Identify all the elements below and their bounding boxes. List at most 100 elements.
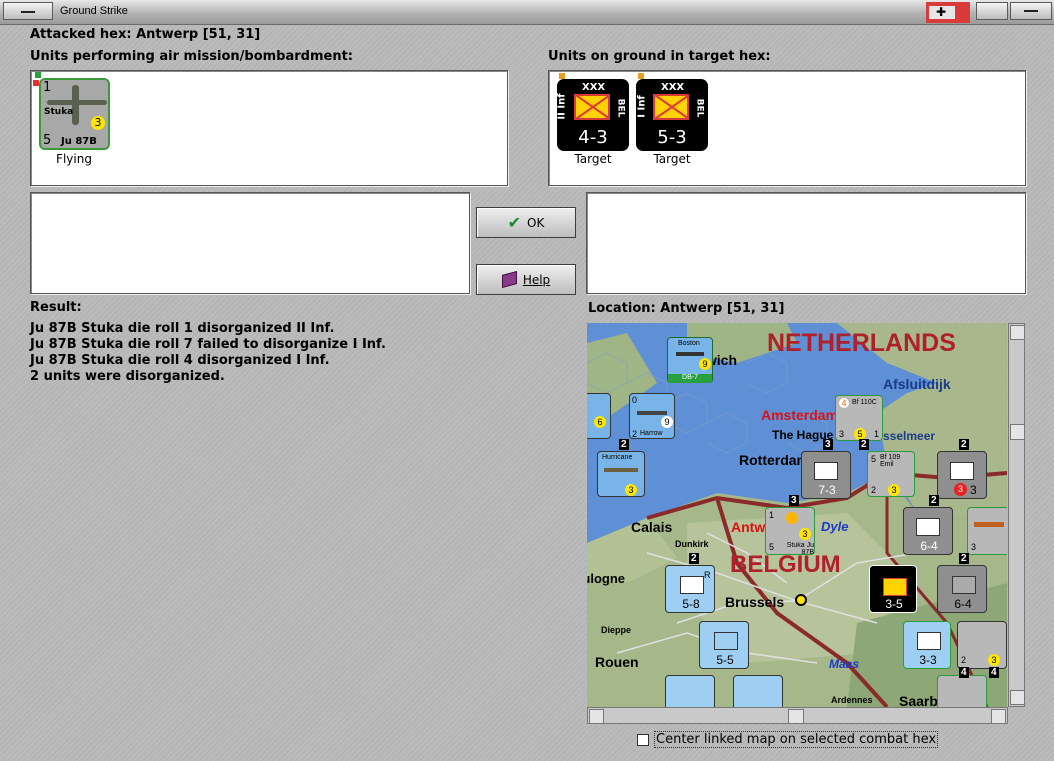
map-counter-bf110c[interactable]: 4 Bf 110C 3 5 1 (835, 395, 883, 441)
unit-flag-icon (33, 80, 39, 86)
counter-strength: 5-5 (716, 653, 734, 667)
armor-symbol-icon (950, 462, 974, 480)
scroll-right-icon[interactable] (991, 709, 1006, 724)
map-label-rotterdam: Rotterdam (739, 452, 803, 468)
counter-bottom-left: 3 (971, 542, 977, 552)
map-horizontal-scrollbar[interactable] (587, 707, 1008, 724)
map-counter-bf109[interactable]: 5 Bf 109 Emil 2 3 (867, 451, 915, 497)
counter-top-left: 5 (871, 454, 877, 464)
close-button[interactable] (1010, 2, 1052, 20)
unit-nation: BEL (694, 98, 705, 118)
map-view[interactable]: NETHERLANDS Afsluitdijk Amsterdam The Ha… (587, 323, 1007, 707)
city-marker-icon (795, 594, 807, 606)
unit-size: XXX (661, 82, 685, 93)
map-counter-harrow[interactable]: 0 9 2 Harrow (629, 393, 675, 439)
map-counter-bf109e3[interactable]: 2 3 (957, 621, 1007, 669)
ground-units-panel: XXX II Inf BEL 4-3 Target XXX I Inf BEL … (548, 70, 1026, 186)
map-counter-bel-3-5[interactable]: 3-5 (869, 565, 917, 613)
counter-strength: 3-5 (885, 597, 903, 611)
map-label-dunkirk: Dunkirk (675, 539, 709, 549)
counter-strength: 6-4 (920, 539, 938, 553)
scroll-down-icon[interactable] (1010, 690, 1025, 705)
window-menu-button[interactable] (3, 2, 53, 20)
center-linked-label[interactable]: Center linked map on selected combat hex (654, 731, 939, 748)
map-label-afsluitdijk: Afsluitdijk (883, 376, 951, 392)
counter-tag: R (704, 570, 711, 580)
aircraft-name: Stuka (44, 107, 74, 117)
ok-button[interactable]: ✔ OK (476, 207, 576, 238)
unit-strength: 5-3 (657, 127, 687, 148)
stack-count: 2 (959, 553, 969, 564)
unit-flag-icon (35, 72, 41, 78)
scroll-left-icon[interactable] (589, 709, 604, 724)
stack-count: 2 (929, 495, 939, 506)
map-counter-xx-3[interactable]: 3 3 (937, 451, 987, 499)
counter-value: 3 (988, 654, 1000, 666)
map-label-dyle: Dyle (821, 519, 849, 534)
counter-value: 3 (799, 528, 811, 540)
ground-unit-counter-ii-inf[interactable]: XXX II Inf BEL 4-3 (557, 73, 629, 151)
unit-flag-icon (559, 73, 565, 79)
infantry-symbol-icon (714, 632, 738, 650)
map-counter-xxx-6-4b[interactable]: 6-4 (937, 565, 987, 613)
map-counter-xxx-6-4a[interactable]: 6-4 (903, 507, 953, 555)
counter-name: Boston (678, 340, 700, 347)
center-linked-checkbox[interactable] (637, 734, 649, 746)
map-counter-xxx-5-5[interactable]: 5-5 (699, 621, 749, 669)
map-label-dieppe: Dieppe (601, 625, 632, 635)
counter-name: Hurricane (602, 454, 633, 461)
scroll-up-icon[interactable] (1010, 325, 1025, 340)
counter-strength: 3 (970, 483, 977, 497)
air-unit-counter-stuka[interactable]: 1 Stuka 3 5 Ju 87B (33, 72, 110, 150)
unit-size: XXX (582, 82, 606, 93)
infantry-symbol-icon (814, 462, 838, 480)
infantry-symbol-icon (653, 94, 689, 120)
map-counter-xx-3-3[interactable]: 3-3 (903, 621, 951, 669)
map-counter-xxx-bottom[interactable] (733, 675, 783, 707)
infantry-symbol-icon (952, 576, 976, 594)
help-label: Help (522, 272, 551, 287)
counter-name: Stuka Ju 87B (786, 542, 814, 556)
map-counter-wellesley[interactable]: 6 (587, 393, 611, 439)
map-counter-xxx-5-8[interactable]: R 5-8 (665, 565, 715, 613)
aircraft-icon (72, 85, 79, 125)
map-label-boulogne: Boulogne (587, 571, 625, 586)
counter-value: 9 (699, 358, 711, 370)
air-units-label: Units performing air mission/bombardment… (30, 49, 354, 64)
help-button[interactable]: Help (476, 264, 576, 295)
map-counter-aircraft-bottom[interactable] (937, 675, 987, 707)
scroll-thumb[interactable] (788, 709, 804, 724)
counter-top-left: 1 (43, 80, 52, 95)
aircraft-icon (604, 468, 638, 472)
aircraft-model: Ju 87B (61, 136, 97, 147)
map-label-antwerp: Antwerp (731, 519, 767, 535)
map-counter-xxxxx[interactable] (665, 675, 715, 707)
ground-unit-counter-i-inf[interactable]: XXX I Inf BEL 5-3 (636, 73, 708, 151)
infantry-symbol-icon (916, 518, 940, 536)
stack-count: 4 (989, 667, 999, 678)
unit-nation: BEL (615, 98, 626, 118)
infantry-symbol-icon (883, 578, 907, 596)
checkmark-icon: ✔ (507, 213, 522, 232)
restore-button[interactable] (976, 2, 1008, 20)
scroll-thumb[interactable] (1010, 424, 1025, 440)
map-label-netherlands: NETHERLANDS (767, 329, 956, 357)
map-counter-hurricane[interactable]: Hurricane 3 (597, 451, 645, 497)
map-counter-he111[interactable]: 3 (967, 507, 1007, 555)
air-unit-status: Flying (56, 152, 92, 166)
explosion-icon (786, 512, 798, 524)
result-line: Ju 87B Stuka die roll 1 disorganized II … (30, 321, 335, 336)
counter-name: Bf 110C (852, 399, 877, 406)
infantry-symbol-icon (680, 576, 704, 594)
map-label-saarbrucken: Saarbrücken (899, 693, 939, 707)
aircraft-icon (974, 522, 1004, 527)
map-vertical-scrollbar[interactable] (1008, 323, 1025, 707)
map-counter-boston[interactable]: Boston 9 DB-7 (667, 337, 713, 383)
map-counter-xxx-7-3[interactable]: 7-3 (801, 451, 851, 499)
close-icon (1024, 10, 1038, 12)
counter-code: DB-7 (668, 374, 712, 383)
attacker-detail-panel (30, 192, 470, 294)
map-counter-stuka-antwerp[interactable]: 1 3 5 Stuka Ju 87B (765, 507, 815, 556)
counter-bottom-left: 2 (871, 485, 877, 495)
location-label: Location: Antwerp [51, 31] (588, 301, 785, 316)
